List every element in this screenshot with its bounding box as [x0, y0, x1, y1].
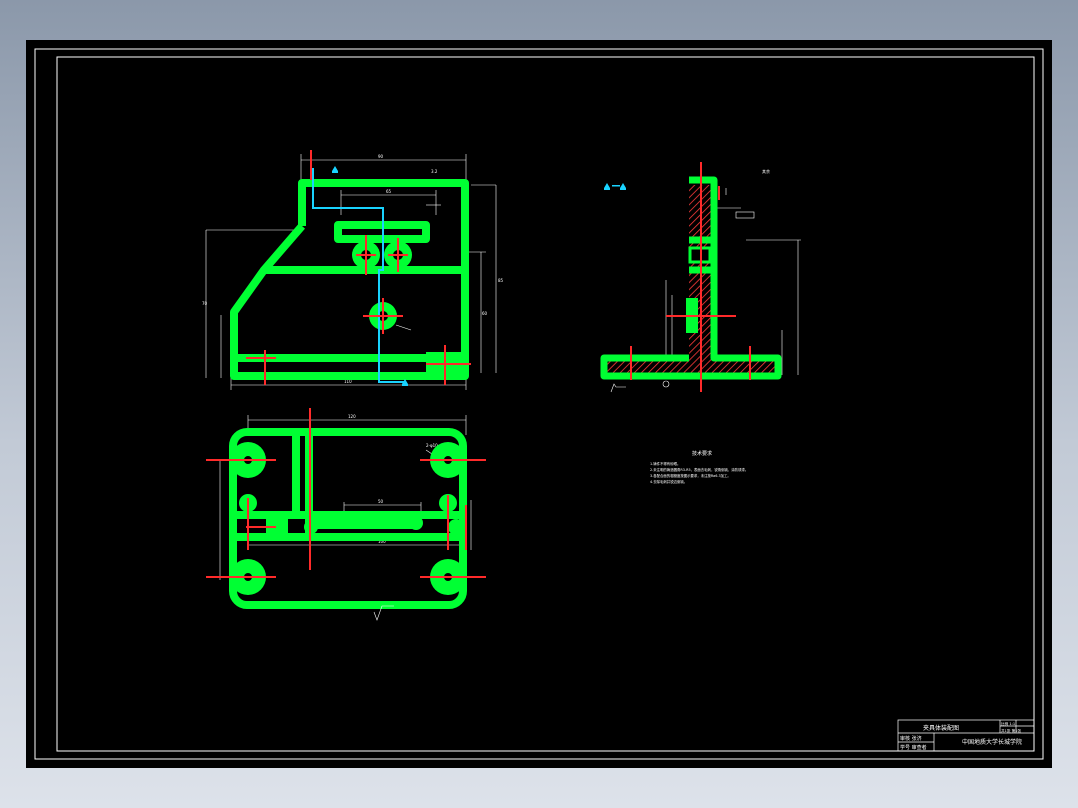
title-block-school: 中国地质大学长城学院: [962, 738, 1022, 746]
inner-border: [56, 56, 1035, 752]
tech-req-item: 3.各配合面的粗糙度按图示要求，未注按Ra6.3加工。: [650, 473, 731, 478]
tech-req-item: 4.去除毛刺并锐边倒钝。: [650, 479, 687, 484]
title-block-row2: 学号 审查者: [900, 744, 927, 751]
title-block-row1: 审核 张济: [900, 735, 922, 742]
front-view-hidden-markers: [332, 166, 408, 386]
dim-slot-width: 50: [378, 499, 384, 504]
dim-bottom-width: 120: [348, 414, 356, 419]
side-view: 其余: [600, 162, 801, 393]
tech-req-heading: 技术要求: [692, 450, 712, 457]
datum-marker: [662, 380, 670, 388]
dim-height-total: 85: [498, 278, 504, 283]
title-block-sheet: 共1张 第1张: [1001, 728, 1021, 733]
front-view: 90 65 110 85 60 70 3.2: [202, 150, 504, 390]
dim-inner-width: 65: [386, 189, 392, 194]
side-view-label: 其余: [762, 168, 770, 174]
title-block-title: 夹具体装配图: [923, 724, 959, 732]
title-block-scale: 比例 1:1: [1001, 721, 1015, 726]
title-block: 夹具体装配图 审核 张济 学号 审查者 中国地质大学长城学院 比例 1:1 共1…: [897, 719, 1035, 752]
callout-box: [735, 211, 755, 219]
outer-border: [34, 48, 1044, 760]
tech-req-item: 1.铸件不得有砂眼。: [650, 461, 680, 466]
tech-req-item: 2.未注明的铸造圆角R3-R5，表面去毛刺，锐角倒钝，涂防锈漆。: [650, 467, 748, 472]
dim-height-mid: 60: [482, 311, 488, 316]
technical-requirements: 技术要求 1.铸件不得有砂眼。 2.未注明的铸造圆角R3-R5，表面去毛刺，锐角…: [650, 450, 748, 484]
top-view-dimensions: [219, 415, 472, 580]
cad-viewport[interactable]: 90 65 110 85 60 70 3.2 120 100 50 2-φ10 …: [26, 40, 1052, 768]
top-view: 120 100 50 2-φ10: [206, 408, 486, 621]
side-view-markers: [604, 183, 626, 190]
side-roughness-symbol: [610, 383, 626, 393]
front-view-hidden-line: [312, 168, 404, 383]
front-view-body: [230, 179, 469, 380]
roughness-mark: 3.2: [431, 169, 438, 174]
side-view-dimensions: [665, 188, 801, 375]
dim-top-width: 90: [378, 154, 384, 159]
dim-left-height: 70: [202, 301, 208, 306]
drawing-canvas: 90 65 110 85 60 70 3.2 120 100 50 2-φ10 …: [34, 48, 1044, 760]
